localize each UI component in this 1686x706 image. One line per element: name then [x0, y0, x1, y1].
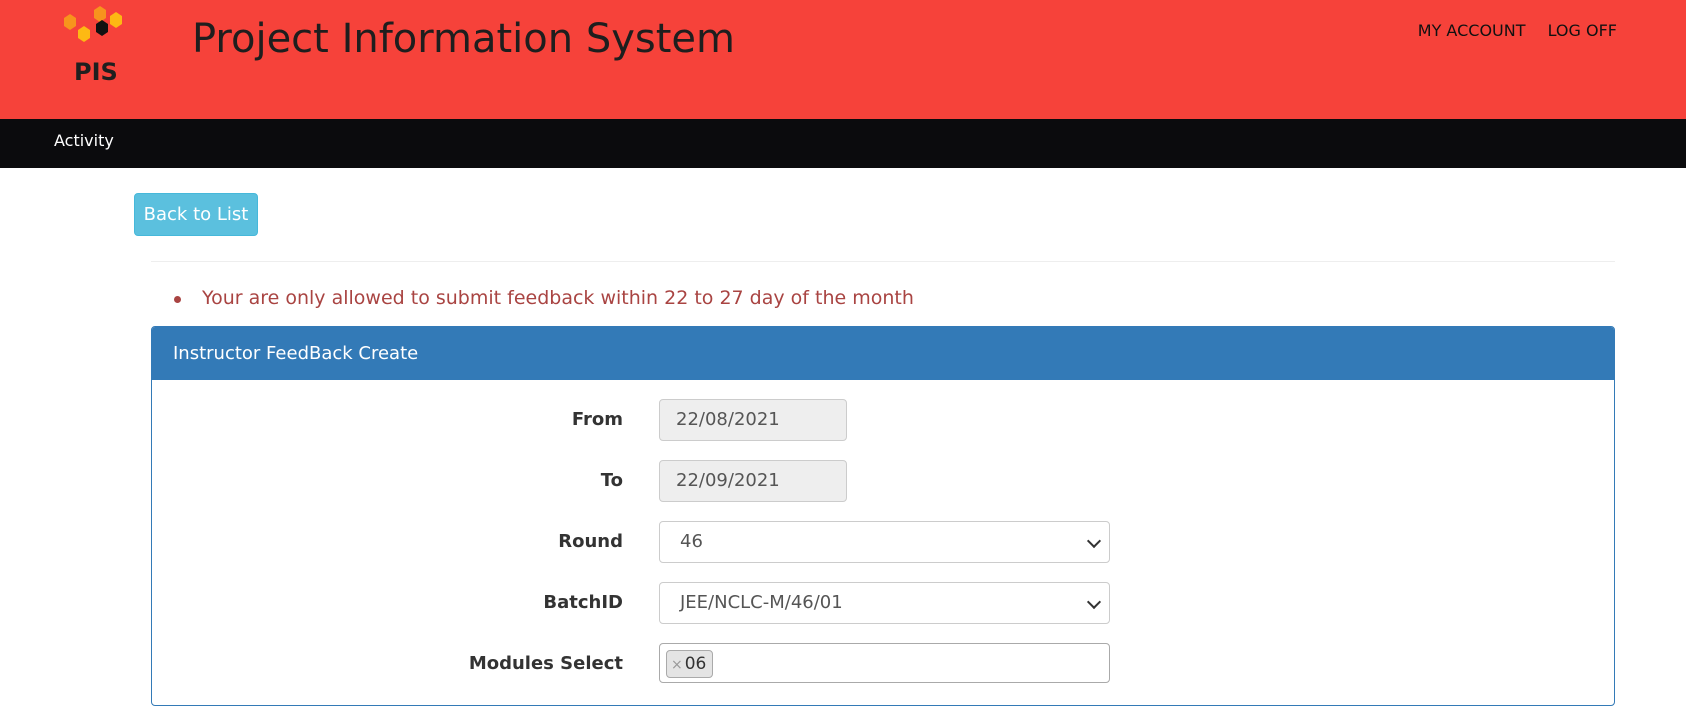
back-to-list-button[interactable]: Back to List [134, 193, 258, 236]
module-chip: × 06 [666, 650, 714, 678]
batch-select[interactable]: JEE/NCLC-M/46/01 [659, 582, 1110, 624]
main-navbar: Activity [0, 119, 1686, 168]
panel-title: Instructor FeedBack Create [152, 327, 1614, 380]
to-label: To [600, 470, 623, 491]
to-date-field[interactable]: 22/09/2021 [659, 460, 847, 502]
from-date-field[interactable]: 22/08/2021 [659, 399, 847, 441]
batch-row: BatchID JEE/NCLC-M/46/01 [152, 582, 1614, 624]
chevron-down-icon [1086, 533, 1102, 549]
pis-logo: PIS [50, 6, 140, 90]
module-chip-label: 06 [684, 654, 707, 674]
my-account-link[interactable]: MY ACCOUNT [1418, 21, 1526, 40]
validation-message-text: Your are only allowed to submit feedback… [202, 287, 914, 309]
round-label: Round [558, 531, 623, 552]
app-header: PIS Project Information System MY ACCOUN… [0, 0, 1686, 119]
validation-message: Your are only allowed to submit feedback… [174, 287, 914, 309]
divider [151, 261, 1615, 262]
round-value: 46 [680, 531, 703, 552]
round-select[interactable]: 46 [659, 521, 1110, 563]
to-row: To 22/09/2021 [152, 460, 1614, 502]
log-off-link[interactable]: LOG OFF [1548, 21, 1617, 40]
nav-item-activity[interactable]: Activity [54, 131, 114, 150]
round-row: Round 46 [152, 521, 1614, 563]
chevron-down-icon [1086, 594, 1102, 610]
modules-row: Modules Select × 06 [152, 643, 1614, 685]
from-row: From 22/08/2021 [152, 399, 1614, 441]
remove-chip-icon[interactable]: × [671, 657, 683, 673]
modules-multiselect[interactable]: × 06 [659, 643, 1110, 683]
logo-text: PIS [74, 58, 118, 86]
app-title: Project Information System [192, 16, 735, 62]
top-links: MY ACCOUNT LOG OFF [1401, 21, 1617, 40]
bullet-icon [174, 296, 181, 303]
batch-value: JEE/NCLC-M/46/01 [680, 592, 843, 613]
modules-label: Modules Select [468, 653, 623, 674]
feedback-panel: Instructor FeedBack Create From 22/08/20… [151, 326, 1615, 706]
from-label: From [571, 409, 623, 430]
batch-label: BatchID [543, 592, 623, 613]
